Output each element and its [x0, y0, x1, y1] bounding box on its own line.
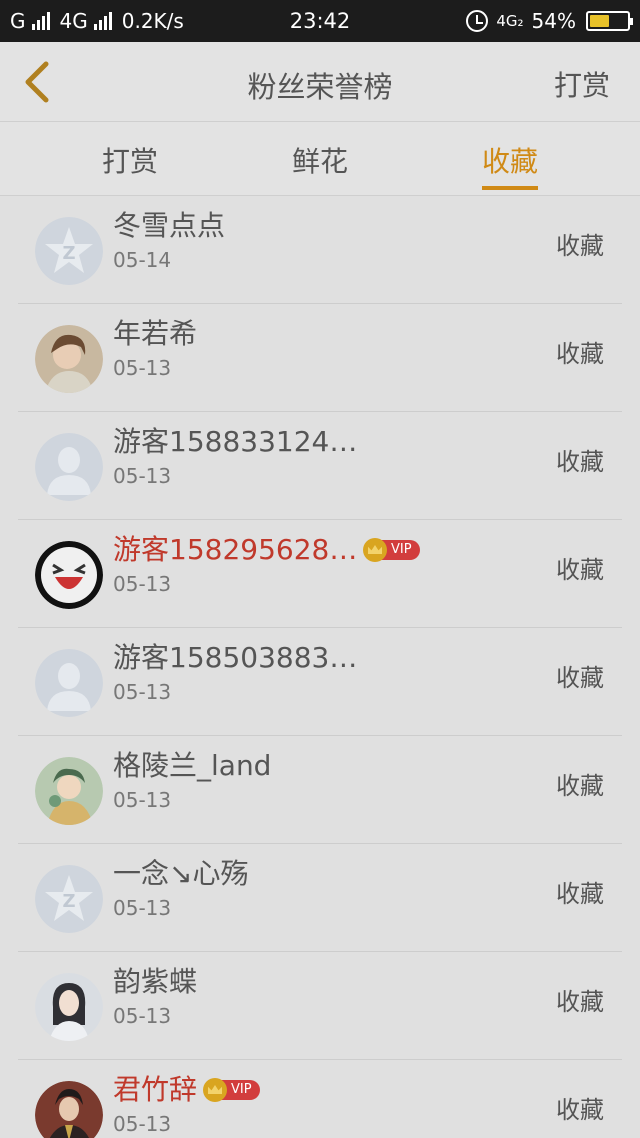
fan-row[interactable]: 年若希 05-13 收藏: [18, 304, 622, 412]
network-label: 4G: [59, 9, 88, 33]
vip-badge: VIP: [203, 1078, 260, 1102]
default-avatar-star-icon[interactable]: Z: [35, 865, 103, 933]
fan-row[interactable]: Z 一念↘心殇 05-13 收藏: [18, 844, 622, 952]
default-avatar-star-icon[interactable]: Z: [35, 217, 103, 285]
laughing-face-avatar[interactable]: [35, 541, 103, 609]
user-avatar[interactable]: [35, 325, 103, 393]
fan-action-label: 收藏: [556, 880, 604, 908]
fan-date: 05-13: [113, 896, 172, 920]
fan-date: 05-13: [113, 572, 172, 596]
status-bar: G 4G 0.2K/s 23:42 4G₂ 54%: [0, 0, 640, 42]
fan-action-label: 收藏: [556, 664, 604, 692]
alarm-icon: [466, 10, 489, 32]
svg-text:Z: Z: [62, 891, 75, 912]
fan-row[interactable]: 游客158295628… VIP 05-13 收藏: [18, 520, 622, 628]
fan-date: 05-13: [113, 680, 172, 704]
fan-name: 君竹辞: [113, 1073, 198, 1106]
fan-name: 冬雪点点: [113, 209, 226, 242]
tab-flowers[interactable]: 鲜花: [260, 140, 380, 180]
fan-name: 一念↘心殇: [113, 857, 249, 890]
fan-date: 05-14: [113, 248, 172, 272]
status-left: G 4G 0.2K/s: [10, 9, 270, 33]
active-tab-indicator: [482, 186, 538, 190]
signal-icon: [93, 12, 112, 30]
reward-button[interactable]: 打赏: [554, 64, 610, 104]
fan-row[interactable]: 游客1588331245… 05-13 收藏: [18, 412, 622, 520]
fan-action-label: 收藏: [556, 988, 604, 1016]
default-avatar-person-icon[interactable]: [35, 433, 103, 501]
fan-list: Z 冬雪点点 05-14 收藏 年若希 05-13 收藏 游客1588331245… 05-13…: [18, 196, 622, 1138]
signal-icon: [31, 12, 50, 30]
fan-name: 游客158295628…: [113, 533, 358, 566]
network-speed: 0.2K/s: [121, 9, 184, 33]
svg-text:Z: Z: [62, 243, 75, 264]
battery-icon: [586, 11, 633, 31]
fan-row[interactable]: 格陵兰_land 05-13 收藏: [18, 736, 622, 844]
user-avatar[interactable]: [35, 973, 103, 1041]
fan-action-label: 收藏: [556, 448, 604, 476]
carrier-label: G: [10, 9, 26, 33]
user-avatar[interactable]: [35, 1081, 103, 1138]
fan-row[interactable]: 韵紫蝶 05-13 收藏: [18, 952, 622, 1060]
fan-name: 游客158503883…: [113, 641, 358, 674]
tab-bar: 打赏 鲜花 收藏: [0, 122, 640, 196]
fan-date: 05-13: [113, 356, 172, 380]
header: 粉丝荣誉榜 打赏: [0, 42, 640, 122]
fan-action-label: 收藏: [556, 1096, 604, 1124]
fan-name: 游客1588331245…: [113, 425, 373, 458]
crown-icon: [203, 1078, 227, 1102]
fan-row[interactable]: 君竹辞 VIP 05-13 收藏: [18, 1060, 622, 1138]
user-avatar[interactable]: [35, 757, 103, 825]
fan-date: 05-13: [113, 1004, 172, 1028]
fan-action-label: 收藏: [556, 556, 604, 584]
default-avatar-person-icon[interactable]: [35, 649, 103, 717]
fan-date: 05-13: [113, 1112, 172, 1136]
status-right: 4G₂ 54%: [466, 9, 633, 33]
tab-reward[interactable]: 打赏: [70, 140, 190, 180]
crown-icon: [363, 538, 387, 562]
network-4g-icon: 4G₂: [496, 12, 524, 30]
vip-badge: VIP: [363, 538, 420, 562]
battery-percent: 54%: [531, 9, 576, 33]
fan-action-label: 收藏: [556, 772, 604, 800]
fan-row[interactable]: 游客158503883… 05-13 收藏: [18, 628, 622, 736]
fan-date: 05-13: [113, 788, 172, 812]
fan-name: 格陵兰_land: [113, 749, 272, 782]
fan-action-label: 收藏: [556, 340, 604, 368]
fan-name: 韵紫蝶: [113, 965, 198, 998]
page-title: 粉丝荣誉榜: [247, 70, 393, 104]
fan-date: 05-13: [113, 464, 172, 488]
fan-row[interactable]: Z 冬雪点点 05-14 收藏: [18, 196, 622, 304]
fan-name: 年若希: [113, 317, 198, 350]
fan-action-label: 收藏: [556, 232, 604, 260]
tab-favorites[interactable]: 收藏: [450, 140, 570, 180]
